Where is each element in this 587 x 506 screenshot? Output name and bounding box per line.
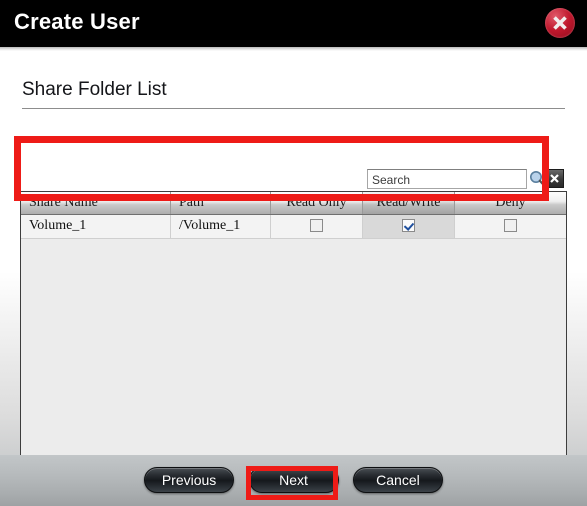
clear-search-icon[interactable] bbox=[545, 169, 564, 188]
search-box[interactable] bbox=[367, 169, 527, 189]
share-folder-grid: Share Name Path Read Only Read/Write Den… bbox=[20, 191, 567, 496]
dialog-titlebar: Create User bbox=[0, 0, 587, 47]
table-row[interactable]: Volume_1 /Volume_1 bbox=[21, 215, 566, 239]
deny-checkbox[interactable] bbox=[504, 219, 517, 232]
column-header-deny[interactable]: Deny bbox=[455, 192, 566, 214]
cancel-button[interactable]: Cancel bbox=[352, 467, 443, 493]
left-edge-gradient bbox=[0, 102, 20, 506]
grid-header-row: Share Name Path Read Only Read/Write Den… bbox=[21, 192, 566, 215]
cell-read-only bbox=[271, 215, 363, 238]
close-icon[interactable] bbox=[545, 8, 575, 38]
cell-share-name: Volume_1 bbox=[21, 215, 171, 238]
dialog-footer: Previous Next Cancel bbox=[0, 455, 587, 506]
right-edge-gradient bbox=[567, 102, 587, 506]
read-only-checkbox[interactable] bbox=[310, 219, 323, 232]
previous-button[interactable]: Previous bbox=[144, 467, 235, 493]
footer-button-row: Previous Next Cancel bbox=[0, 467, 587, 493]
column-header-read-write[interactable]: Read/Write bbox=[363, 192, 455, 214]
page-title: Share Folder List bbox=[22, 79, 167, 100]
create-user-dialog: Create User Share Folder List Search Sha… bbox=[0, 0, 587, 506]
column-header-share-name[interactable]: Share Name bbox=[21, 192, 171, 214]
cell-deny bbox=[455, 215, 566, 238]
title-divider bbox=[22, 108, 565, 109]
cell-path: /Volume_1 bbox=[171, 215, 271, 238]
magnifier-icon[interactable] bbox=[528, 169, 546, 188]
grid-empty-area bbox=[21, 239, 566, 476]
cell-read-write bbox=[363, 215, 455, 238]
next-button[interactable]: Next bbox=[248, 467, 339, 493]
column-header-read-only[interactable]: Read Only bbox=[271, 192, 363, 214]
search-input[interactable] bbox=[372, 172, 522, 187]
dialog-title: Create User bbox=[14, 9, 140, 34]
dialog-content: Share Folder List Share Name Path Read O… bbox=[0, 51, 587, 506]
read-write-checkbox[interactable] bbox=[402, 219, 415, 232]
column-header-path[interactable]: Path bbox=[171, 192, 271, 214]
